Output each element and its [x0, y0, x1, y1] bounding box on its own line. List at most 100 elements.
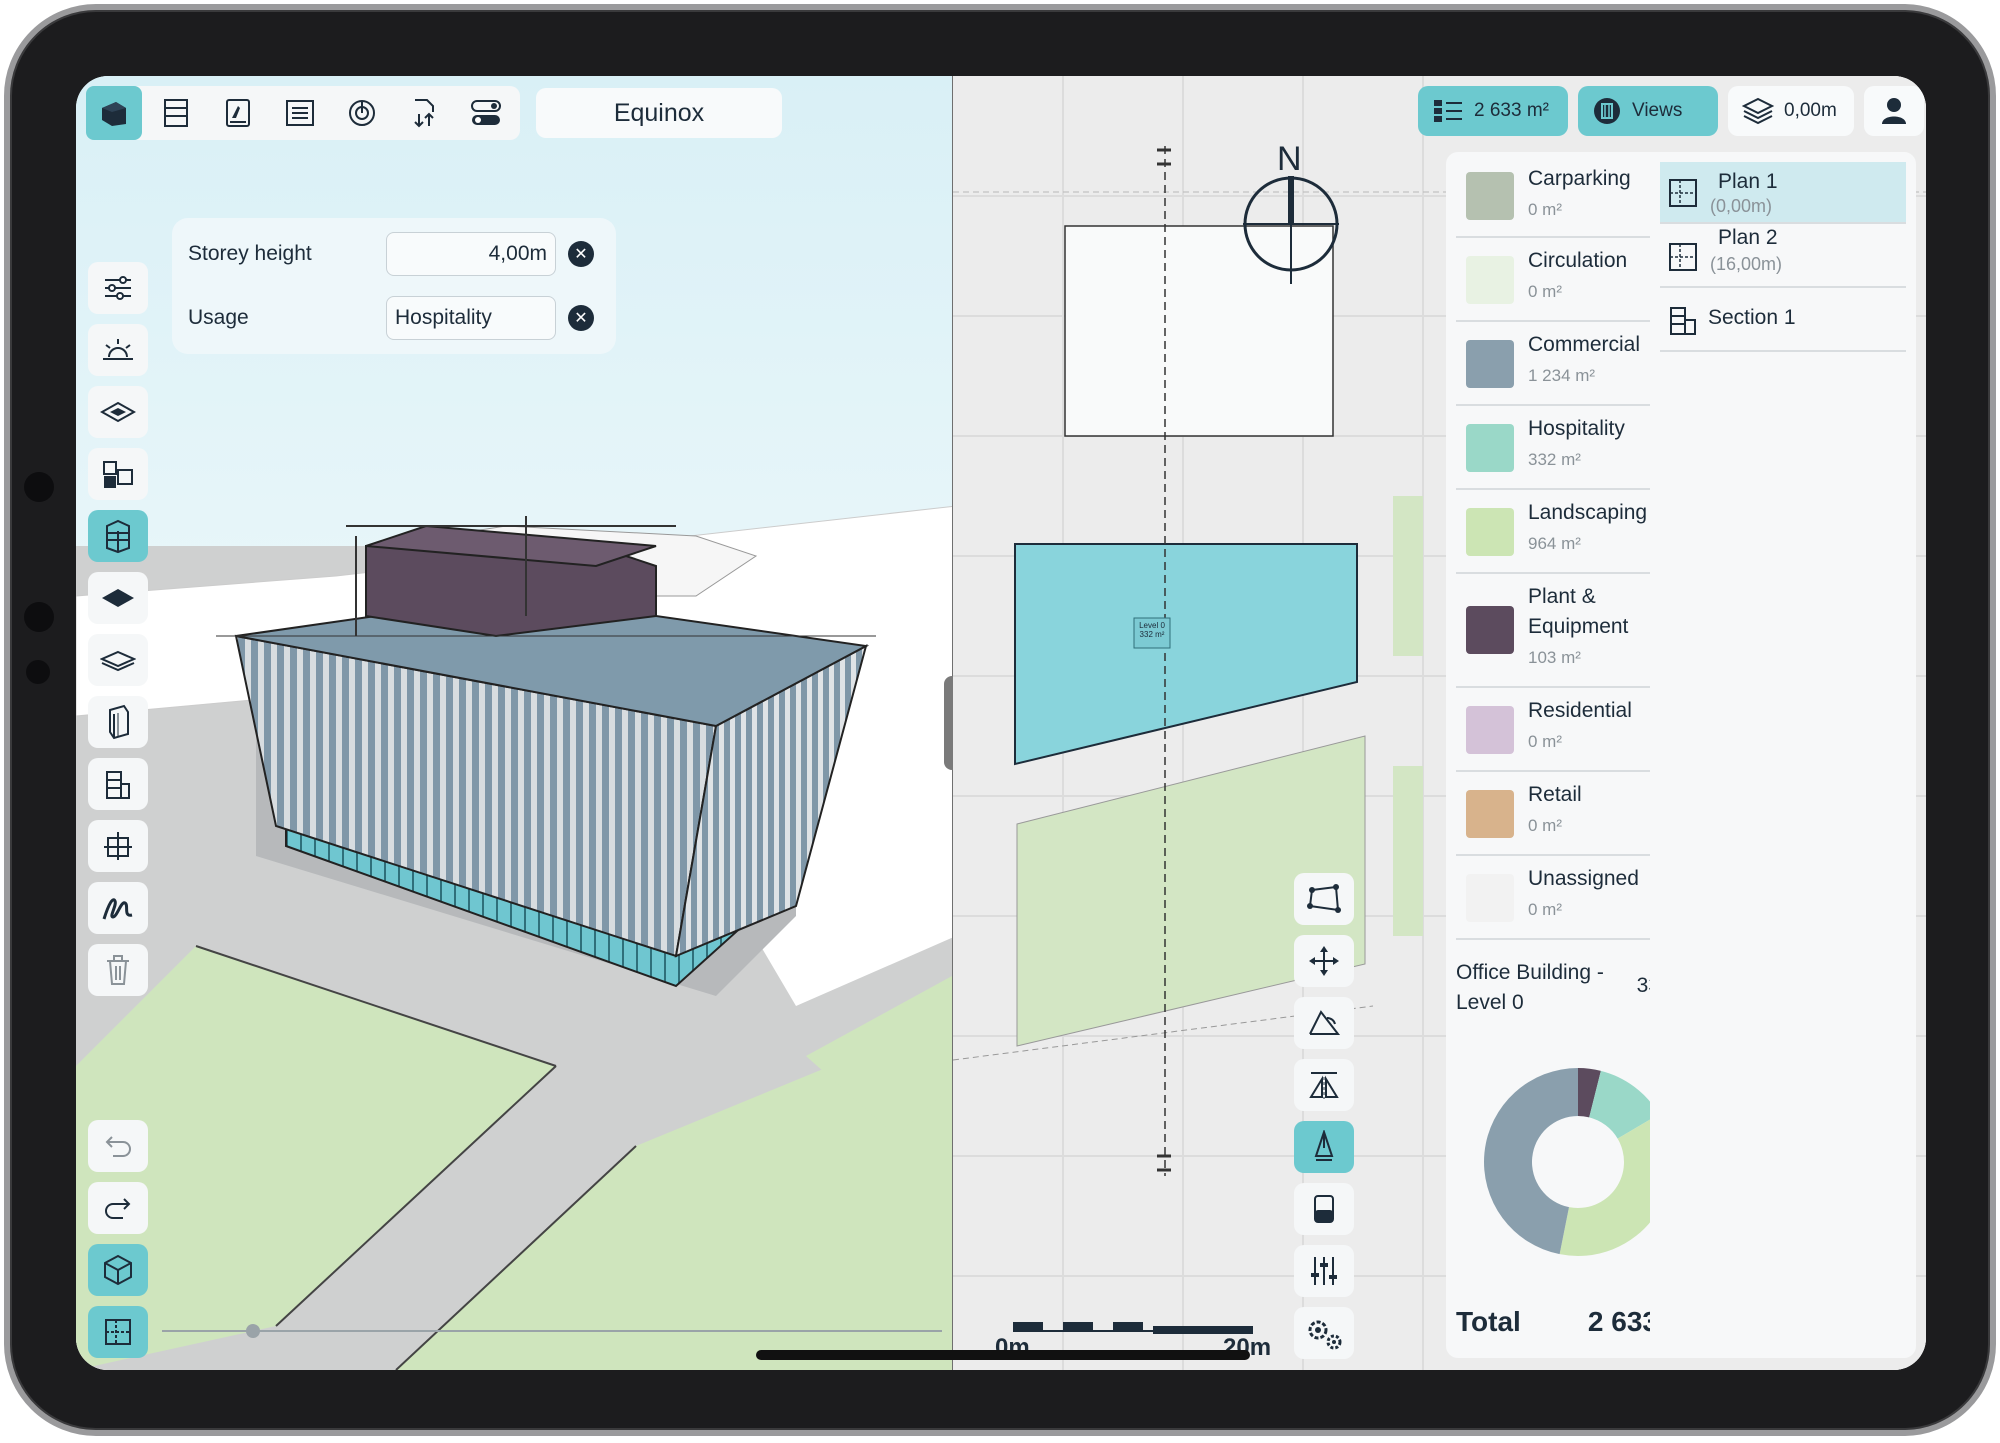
import-export-button[interactable]	[396, 86, 452, 140]
level-button[interactable]: 0,00m	[1728, 86, 1854, 136]
wall-tool[interactable]	[88, 696, 148, 748]
polygon-icon	[1307, 884, 1341, 913]
cabinet-button[interactable]	[148, 86, 204, 140]
list-button[interactable]	[272, 86, 328, 140]
area-summary-button[interactable]: 2 633 m²	[1418, 86, 1568, 136]
layer-tool[interactable]	[88, 386, 148, 438]
view-name: Section 1	[1708, 306, 1796, 329]
3d-view-icon	[102, 102, 126, 126]
time-slider-handle[interactable]	[246, 1324, 260, 1338]
plan-area-value: 332 m²	[1139, 630, 1165, 639]
camera-dot	[24, 472, 54, 502]
layer-icon	[100, 401, 136, 423]
main-toolbar	[86, 86, 520, 140]
move-tool[interactable]	[1294, 935, 1354, 987]
selection-name: Office Building -	[1456, 961, 1604, 984]
account-button[interactable]	[1864, 86, 1924, 136]
views-panel: Plan 1 (0,00m) Plan 2 (16,00m) Section 1	[1650, 152, 1916, 1358]
polygon-tool[interactable]	[1294, 873, 1354, 925]
sketch-tool[interactable]	[88, 882, 148, 934]
building-icon	[106, 519, 130, 554]
compass-icon	[1243, 176, 1339, 284]
sensor-dot	[26, 660, 50, 684]
section-cut-tool[interactable]	[88, 820, 148, 872]
legend-list-icon	[1434, 100, 1462, 122]
legend-name: Landscaping	[1528, 501, 1648, 524]
floorplan-icon	[1669, 179, 1697, 207]
legend-area: 0 m²	[1528, 200, 1562, 219]
legend-name: Commercial	[1528, 333, 1641, 356]
legend-area: 0 m²	[1528, 816, 1562, 835]
trash-icon	[107, 955, 129, 985]
view-item-plan-1[interactable]: Plan 1 (0,00m)	[1660, 162, 1906, 224]
3d-mode-button[interactable]	[88, 1244, 148, 1296]
pen-tool[interactable]	[1294, 1121, 1354, 1173]
plane-tool[interactable]	[88, 572, 148, 624]
views-button[interactable]: Views	[1578, 86, 1718, 136]
section-icon	[106, 771, 130, 799]
section-tool[interactable]	[88, 758, 148, 810]
redo-button[interactable]	[88, 1182, 148, 1234]
target-button[interactable]	[334, 86, 390, 140]
plan-mode-button[interactable]	[88, 1306, 148, 1358]
cabinet-icon	[164, 99, 188, 127]
building-tool[interactable]	[88, 510, 148, 562]
usage-field[interactable]: Hospitality	[386, 296, 556, 340]
area-summary-label: 2 633 m²	[1474, 100, 1549, 121]
retail-swatch	[1466, 790, 1514, 838]
view-item-section-1[interactable]: Section 1	[1660, 290, 1906, 352]
eraser-icon	[1314, 1195, 1334, 1223]
sensor-dot	[24, 602, 54, 632]
storey-height-field[interactable]: 4,00m	[386, 232, 556, 276]
user-icon	[1882, 98, 1906, 124]
target-icon	[349, 100, 375, 126]
move-icon	[1309, 946, 1339, 976]
legend-area: 0 m²	[1528, 282, 1562, 301]
view-name: Plan 2	[1718, 226, 1778, 249]
layers-icon	[1742, 97, 1774, 125]
view-name: Plan 1	[1718, 170, 1778, 193]
sketch-icon	[102, 898, 133, 920]
legend-area: 1 234 m²	[1528, 366, 1596, 385]
legend-name: Circulation	[1528, 249, 1628, 272]
selection-level: Level 0	[1456, 991, 1524, 1014]
legend-area: 103 m²	[1528, 648, 1581, 667]
view-item-plan-2[interactable]: Plan 2 (16,00m)	[1660, 226, 1906, 288]
donut-slice-commercial	[1484, 1068, 1578, 1255]
blocks-tool[interactable]	[88, 448, 148, 500]
legend-area: 0 m²	[1528, 900, 1562, 919]
view-elevation: (16,00m)	[1710, 254, 1783, 274]
total-label: Total	[1456, 1306, 1521, 1337]
toggle-icon	[471, 100, 501, 125]
app-screen: Equinox Storey height 4,00m ✕ Usage Hosp…	[76, 76, 1926, 1370]
clear-storey-height-icon[interactable]: ✕	[568, 241, 594, 267]
rotate-tool[interactable]	[1294, 997, 1354, 1049]
slab-tool[interactable]	[88, 634, 148, 686]
legend-name: Carparking	[1528, 167, 1631, 190]
view-elevation: (0,00m)	[1710, 196, 1773, 216]
sun-tool[interactable]	[88, 324, 148, 376]
properties-tool[interactable]	[88, 262, 148, 314]
undo-button[interactable]	[88, 1120, 148, 1172]
toggle-button[interactable]	[458, 86, 514, 140]
notes-button[interactable]	[210, 86, 266, 140]
3d-view-button[interactable]	[86, 86, 142, 140]
mirror-tool[interactable]	[1294, 1059, 1354, 1111]
3d-viewport[interactable]: Equinox Storey height 4,00m ✕ Usage Hosp…	[76, 76, 952, 1370]
adjust-tool[interactable]	[1294, 1245, 1354, 1297]
north-label: N	[1277, 140, 1302, 178]
legend-name: Hospitality	[1528, 417, 1625, 440]
delete-tool[interactable]	[88, 944, 148, 996]
section-cut-icon	[104, 832, 132, 860]
wall-icon	[109, 704, 129, 740]
plan-level-label: Level 0	[1139, 621, 1165, 630]
views-label: Views	[1632, 100, 1683, 121]
legend-area: 964 m²	[1528, 534, 1581, 553]
slab-icon	[100, 650, 136, 672]
time-slider-track[interactable]	[162, 1330, 942, 1332]
settings-tool[interactable]	[1294, 1307, 1354, 1359]
eraser-tool[interactable]	[1294, 1183, 1354, 1235]
notes-icon	[226, 99, 250, 127]
clear-usage-icon[interactable]: ✕	[568, 305, 594, 331]
project-name[interactable]: Equinox	[536, 88, 782, 138]
